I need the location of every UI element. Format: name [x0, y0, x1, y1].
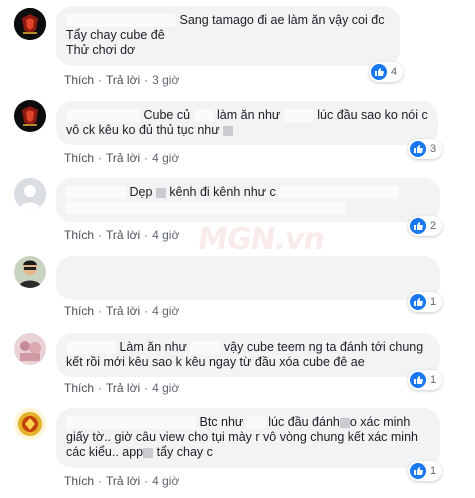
like-reaction-icon: [410, 294, 426, 310]
comment-bubble: Làm ăn như vậy cube teem ng ta đánh tới …: [56, 333, 440, 377]
avatar[interactable]: [14, 100, 46, 132]
reaction-count[interactable]: 1: [408, 292, 443, 312]
comment-text: Tẩy chay cube đê: [66, 28, 165, 42]
comment-actions: Thích · Trả lời · 4 giờ: [64, 304, 180, 318]
timestamp[interactable]: 4 giờ: [152, 304, 179, 318]
reply-link[interactable]: Trả lời: [106, 151, 140, 165]
reply-link[interactable]: Trả lời: [106, 73, 140, 87]
comment-text: Thử chơi dơ: [66, 43, 136, 57]
comment-bubble: Dẹp kênh đi kênh như c: [56, 178, 440, 222]
comment-actions: Thích · Trả lời · 4 giờ: [64, 474, 180, 488]
comment-text: các kiểu.. app: [66, 445, 144, 459]
comment-text: làm ăn như: [217, 108, 281, 122]
comment-text: lúc đầu sao ko nói c: [317, 108, 428, 122]
timestamp[interactable]: 3 giờ: [152, 73, 179, 87]
comment-text: tẩy chay c: [156, 445, 213, 459]
reaction-count[interactable]: 2: [408, 216, 443, 236]
like-link[interactable]: Thích: [64, 474, 94, 488]
like-reaction-icon: [410, 141, 426, 157]
comment-actions: Thích · Trả lời · 4 giờ: [64, 228, 180, 242]
comment-text: Cube củ: [143, 108, 191, 122]
like-link[interactable]: Thích: [64, 73, 94, 87]
timestamp[interactable]: 4 giờ: [152, 151, 179, 165]
comment-bubble: Cube củ làm ăn như lúc đầu sao ko nói c …: [56, 101, 438, 145]
default-avatar-icon: [14, 178, 46, 210]
avatar[interactable]: [14, 178, 46, 210]
like-link[interactable]: Thích: [64, 381, 94, 395]
game-logo-icon: [14, 100, 46, 132]
watermark: MGN.vn: [195, 222, 327, 257]
comment-text: Dẹp: [129, 185, 153, 199]
comment-text: kết rồi mới kêu sao k kêu ngay từ đầu xó…: [66, 355, 365, 369]
golden-logo-icon: [14, 408, 46, 440]
like-reaction-icon: [410, 218, 426, 234]
comment-text: Btc như: [199, 415, 244, 429]
comment-text: vậy cube teem ng ta đánh tới chung: [223, 340, 424, 354]
like-link[interactable]: Thích: [64, 304, 94, 318]
avatar[interactable]: [14, 256, 46, 288]
reply-link[interactable]: Trả lời: [106, 228, 140, 242]
like-reaction-icon: [371, 64, 387, 80]
timestamp[interactable]: 4 giờ: [152, 381, 179, 395]
comment-bubble: Btc như lúc đầu đánh o xác minh giấy tờ..…: [56, 408, 440, 468]
like-reaction-icon: [410, 372, 426, 388]
comment-text: giấy tờ.. giờ câu view cho tụi mày r vô …: [66, 430, 418, 444]
like-reaction-icon: [410, 463, 426, 479]
reply-link[interactable]: Trả lời: [106, 474, 140, 488]
comment-text: lúc đầu đánh: [268, 415, 340, 429]
timestamp[interactable]: 4 giờ: [152, 228, 179, 242]
comment-bubble: [56, 256, 440, 300]
reaction-count[interactable]: 1: [408, 461, 443, 481]
timestamp[interactable]: 4 giờ: [152, 474, 179, 488]
avatar[interactable]: [14, 8, 46, 40]
reply-link[interactable]: Trả lời: [106, 381, 140, 395]
reaction-count[interactable]: 4: [369, 62, 404, 82]
blurred-avatar-icon: [14, 333, 46, 365]
comment-text: kênh đi kênh như c: [169, 185, 276, 199]
game-logo-icon: [14, 8, 46, 40]
like-link[interactable]: Thích: [64, 151, 94, 165]
reaction-count[interactable]: 1: [408, 370, 443, 390]
comment-text: vô ck kêu ko đủ thủ tục như: [66, 123, 220, 137]
comment-bubble: Sang tamago đi ae làm ăn vậy coi đc Tẩy …: [56, 6, 400, 66]
comment-text: Làm ăn như: [119, 340, 187, 354]
avatar[interactable]: [14, 333, 46, 365]
comment-actions: Thích · Trả lời · 4 giờ: [64, 151, 180, 165]
comment-actions: Thích · Trả lời · 3 giờ: [64, 73, 180, 87]
reply-link[interactable]: Trả lời: [106, 304, 140, 318]
comment-actions: Thích · Trả lời · 4 giờ: [64, 381, 180, 395]
comment-text: Sang tamago đi ae làm ăn vậy coi đc: [179, 13, 385, 27]
avatar[interactable]: [14, 408, 46, 440]
like-link[interactable]: Thích: [64, 228, 94, 242]
person-avatar-icon: [14, 256, 46, 288]
reaction-count[interactable]: 3: [408, 139, 443, 159]
comment-text: o xác minh: [349, 415, 411, 429]
